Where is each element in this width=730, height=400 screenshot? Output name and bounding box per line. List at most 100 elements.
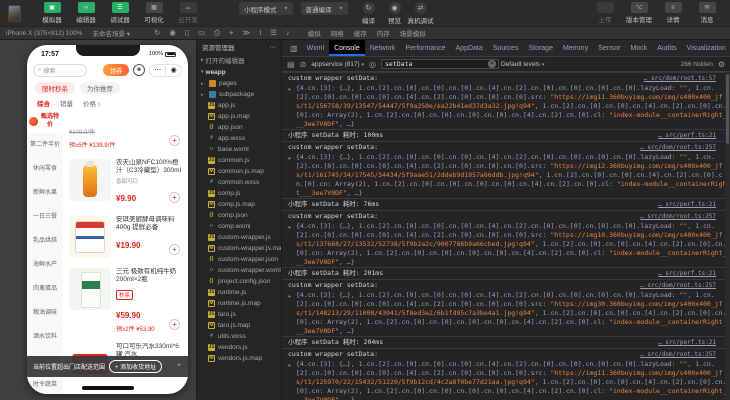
category-item[interactable]: 第二件半价 — [27, 133, 63, 157]
simulator-action[interactable]: 网络 — [331, 28, 344, 38]
log-source-link[interactable]: … src/dom/root.ts:257 — [640, 350, 716, 359]
log-source-link[interactable]: … src/perf.ts:21 — [658, 131, 716, 140]
more-icon[interactable]: ⋯ — [154, 66, 161, 74]
sort-option[interactable]: 综合 — [37, 98, 50, 108]
user-avatar[interactable] — [8, 4, 21, 22]
console-log-entry[interactable]: custom wrapper setData: … src/dom/root.ts… — [282, 210, 730, 279]
log-object-preview[interactable]: ▸ {4.cn.[3]: {…}, 1.cn.[2].cn.[0].cn.[0].… — [282, 360, 730, 400]
file-tree-item[interactable]: # app.wxss — [197, 133, 281, 144]
file-tree-item[interactable]: {} app.json — [197, 122, 281, 133]
console-sidebar-icon[interactable]: ▤ — [287, 60, 295, 69]
file-tree-item[interactable]: {} custom-wrapper.json — [197, 254, 281, 265]
simulator-action[interactable]: 模拟 — [308, 28, 321, 38]
miniprogram-capsule[interactable]: ⋯ ◉ — [149, 63, 182, 77]
mode-select[interactable]: 小程序模式 ▾ — [239, 2, 293, 15]
add-to-cart-button[interactable]: + — [169, 244, 180, 255]
file-tree-item[interactable]: {} comp.json — [197, 210, 281, 221]
file-tree-item[interactable]: ▸ subpackage — [197, 89, 281, 100]
expand-caret-icon[interactable]: ▸ — [288, 361, 292, 370]
clear-console-icon[interactable]: ⊘ — [300, 60, 307, 69]
console-filter-input[interactable] — [381, 59, 499, 69]
file-tree-item[interactable]: JS comp.js — [197, 188, 281, 199]
coupon-button[interactable]: 领券 — [103, 64, 129, 76]
eye-icon[interactable]: ◎ — [369, 60, 376, 69]
console-log-entry[interactable]: custom wrapper setData: … src/dom/root.ts… — [282, 279, 730, 348]
tab-sources[interactable]: Sources — [488, 40, 524, 56]
category-item[interactable]: 酒水饮料 — [27, 325, 63, 349]
log-source-link[interactable]: … src/dom/root.ts:257 — [640, 143, 716, 152]
file-tree-item[interactable]: ‹› custom-wrapper.wxml — [197, 265, 281, 276]
log-object-preview[interactable]: ▸ {4.cn.[3]: {…}, 1.cn.[2].cn.[0].cn.[0].… — [282, 84, 730, 129]
product-card[interactable]: 安琪美厨酵母调味料400g 提鲜必备 ¥19.90 + — [69, 211, 182, 263]
add-to-cart-button[interactable]: + — [169, 192, 180, 203]
preview-button[interactable]: ◉ 预览 — [384, 1, 406, 25]
add-to-cart-button[interactable]: + — [169, 319, 180, 330]
add-to-cart-button[interactable]: + — [169, 135, 180, 146]
version-button[interactable]: ⌥ 版本管理 — [624, 2, 654, 24]
tab-memory[interactable]: Memory — [558, 40, 593, 56]
audio-icon[interactable]: ♪ — [286, 29, 290, 37]
file-tree-item[interactable]: Mtaro.js.map — [197, 320, 281, 331]
toggle-editor[interactable]: ‹› 编辑器 — [71, 2, 101, 24]
cursor-icon[interactable]: I — [259, 29, 261, 37]
upload-button[interactable]: ↑ 上传 — [590, 2, 620, 24]
details-button[interactable]: ≡ 详情 — [658, 2, 688, 24]
category-item[interactable]: 乳品烘焙 — [27, 229, 63, 253]
inspect-device-icon[interactable]: ▥ — [286, 44, 302, 53]
more-icon[interactable]: ⋯ — [270, 43, 277, 51]
log-source-link[interactable]: … src/perf.ts:21 — [658, 338, 716, 347]
expand-caret-icon[interactable]: ▸ — [288, 223, 292, 232]
category-item[interactable]: 甄选特价 — [27, 109, 63, 133]
compile-button[interactable]: ↻ 编译 — [358, 1, 380, 25]
log-object-preview[interactable]: ▸ {4.cn.[3]: {…}, 1.cn.[2].cn.[0].cn.[0].… — [282, 222, 730, 267]
category-item[interactable]: 粮油调味 — [27, 301, 63, 325]
customer-service-icon[interactable]: ☻ — [133, 64, 145, 76]
file-tree-item[interactable]: ▸ pages — [197, 78, 281, 89]
log-levels-select[interactable]: Default levels ▾ — [501, 61, 544, 68]
file-tree-item[interactable]: Mcustom-wrapper.js.map — [197, 243, 281, 254]
expand-caret-icon[interactable]: ▸ — [288, 154, 292, 163]
console-log-entry[interactable]: custom wrapper setData: … src/dom/root.ts… — [282, 348, 730, 400]
category-item[interactable]: 一日三餐 — [27, 205, 63, 229]
log-source-link[interactable]: … src/dom/root.ts:57 — [644, 74, 716, 83]
file-tree-item[interactable]: Mvendors.js.map — [197, 353, 281, 364]
toggle-simulator[interactable]: ▣ 模拟器 — [37, 2, 67, 24]
tab-performance[interactable]: Performance — [400, 40, 450, 56]
landscape-icon[interactable]: ▭ — [198, 29, 205, 37]
promo-pill[interactable]: 限时秒杀 — [35, 82, 75, 94]
promo-pill[interactable]: 为你推荐 — [80, 82, 120, 94]
file-tree-item[interactable]: Mruntime.js.map — [197, 298, 281, 309]
tab-network[interactable]: Network — [365, 40, 401, 56]
file-tree-item[interactable]: Mcommon.js.map — [197, 166, 281, 177]
device-selector[interactable]: iPhone X (375×812) 100% — [6, 30, 82, 37]
file-tree-item[interactable]: ‹› comp.wxml — [197, 221, 281, 232]
js-context-select[interactable]: appservice (817) ▾ — [311, 61, 364, 68]
console-log-entry[interactable]: custom wrapper setData: … src/dom/root.ts… — [282, 72, 730, 141]
tab-storage[interactable]: Storage — [523, 40, 558, 56]
list-icon[interactable]: ☰ — [270, 29, 277, 37]
portrait-icon[interactable]: ▯ — [185, 29, 189, 37]
sort-option[interactable]: 销量 — [60, 98, 73, 108]
product-card[interactable]: 三元 极致有机纯牛奶 200ml×2瓶 秒杀 ¥59.90 预≥2件 ¥53.90 + — [69, 263, 182, 338]
scene-selector[interactable]: 未命名场景 ▾ — [92, 28, 130, 38]
category-item[interactable]: 肉禽蛋品 — [27, 277, 63, 301]
file-tree-item[interactable]: JS common.js — [197, 155, 281, 166]
tab-visualization[interactable]: Visualization — [682, 40, 730, 56]
console-settings-icon[interactable]: ⚙ — [718, 60, 725, 69]
log-source-link[interactable]: … src/perf.ts:21 — [658, 269, 716, 278]
toggle-cloud[interactable]: ☁ 云开发 — [173, 2, 203, 24]
add-address-button[interactable]: + 添加收货地址 — [109, 360, 163, 373]
tab-sensor[interactable]: Sensor — [593, 40, 625, 56]
file-tree-item[interactable]: JS taro.js — [197, 309, 281, 320]
toggle-debugger[interactable]: ☰ 调试器 — [105, 2, 135, 24]
product-card[interactable]: ¥149.9/件 预≥5件 ¥139.9/件 + — [69, 113, 182, 154]
collapse-icon[interactable]: ⌃ — [176, 363, 182, 371]
remote-debug-button[interactable]: ⇄ 真机调试 — [408, 1, 434, 25]
simulator-action[interactable]: 场景模拟 — [400, 28, 426, 38]
file-tree-item[interactable]: Mcomp.js.map — [197, 199, 281, 210]
tab-audits[interactable]: Audits — [652, 40, 681, 56]
tab-console[interactable]: Console — [329, 40, 365, 56]
record-icon[interactable]: ◉ — [169, 29, 176, 37]
expand-caret-icon[interactable]: ▸ — [288, 292, 292, 301]
log-object-preview[interactable]: ▸ {4.cn.[3]: {…}, 1.cn.[2].cn.[0].cn.[0].… — [282, 291, 730, 336]
